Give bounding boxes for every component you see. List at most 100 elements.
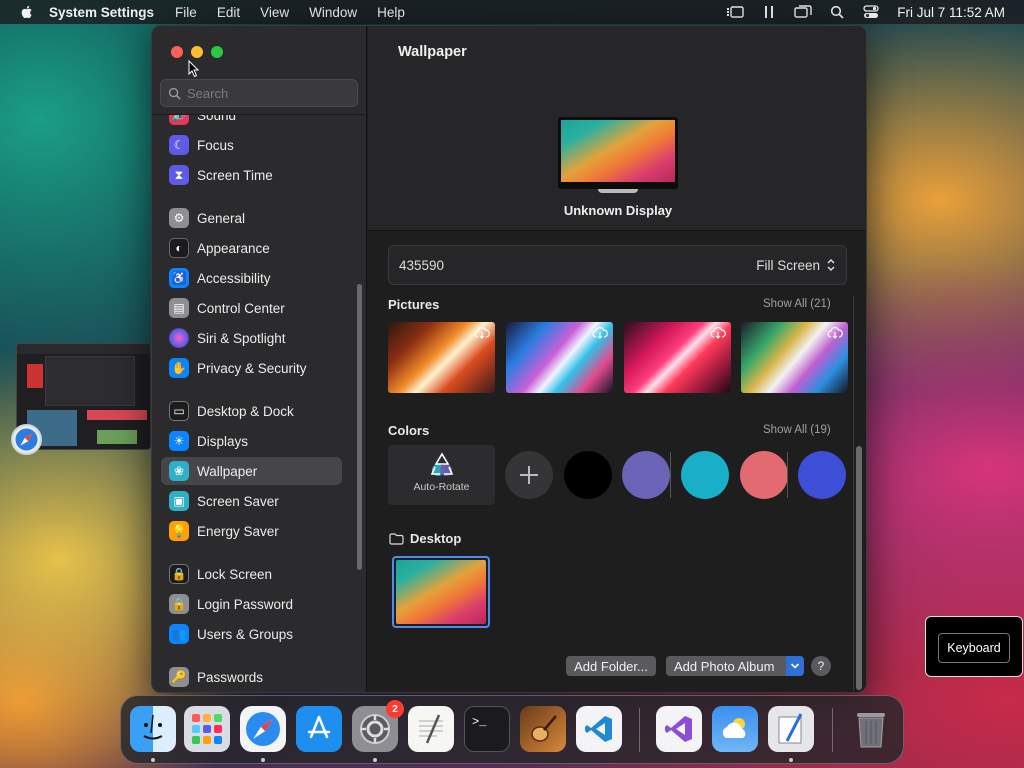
sidebar-item-desktop-dock[interactable]: ▭ Desktop & Dock: [161, 397, 342, 425]
menubar-clock[interactable]: Fri Jul 7 11:52 AM: [897, 5, 1005, 20]
safari-icon[interactable]: [240, 706, 286, 752]
picture-thumbnail[interactable]: [388, 322, 495, 393]
search-icon[interactable]: [827, 4, 847, 20]
sidebar-item-displays[interactable]: ☀ Displays: [161, 427, 342, 455]
script-editor-icon[interactable]: [768, 706, 814, 752]
zoom-button[interactable]: [211, 46, 223, 58]
add-color-button[interactable]: [505, 451, 553, 499]
sidebar-list: 🔊 Sound ☾ Focus ⧗ Screen Time ⚙ General ◐ App…: [152, 114, 367, 692]
add-photo-album-label: Add Photo Album: [674, 658, 775, 674]
picture-thumbnail[interactable]: [624, 322, 731, 393]
sidebar-item-privacy-security[interactable]: ✋ Privacy & Security: [161, 354, 342, 382]
sidebar-item-accessibility[interactable]: ♿ Accessibility: [161, 264, 342, 292]
minimize-button[interactable]: [191, 46, 203, 58]
garageband-icon[interactable]: [520, 706, 566, 752]
add-folder-button[interactable]: Add Folder...: [566, 656, 656, 676]
siri-icon: [169, 328, 189, 348]
menu-window[interactable]: Window: [309, 5, 357, 20]
sidebar-item-label: Screen Time: [197, 167, 273, 183]
stage-manager-icon[interactable]: [725, 4, 745, 20]
plus-icon: [520, 466, 538, 484]
terminal-icon[interactable]: >_: [464, 706, 510, 752]
sidebar-item-label: Wallpaper: [197, 463, 258, 479]
sidebar-item-login-password[interactable]: 🔒 Login Password: [161, 590, 342, 618]
search-field[interactable]: [160, 79, 358, 107]
cloud-download-icon: [592, 327, 608, 339]
sidebar-item-label: Users & Groups: [197, 626, 294, 642]
content-scrollbar[interactable]: [856, 446, 862, 690]
apple-menu-icon[interactable]: [19, 4, 35, 20]
pause-icon[interactable]: [759, 4, 779, 20]
app-store-icon[interactable]: [296, 706, 342, 752]
sidebar-item-focus[interactable]: ☾ Focus: [161, 131, 342, 159]
add-photo-album-button[interactable]: Add Photo Album: [666, 656, 804, 676]
pictures-section-label: Pictures: [388, 297, 440, 312]
folder-icon: [389, 532, 404, 545]
cloud-download-icon: [827, 327, 843, 339]
textedit-icon[interactable]: [408, 706, 454, 752]
sidebar-item-lock-screen[interactable]: 🔒 Lock Screen: [161, 560, 342, 588]
sidebar-item-general[interactable]: ⚙ General: [161, 204, 342, 232]
picture-thumbnail[interactable]: [741, 322, 848, 393]
sidebar-item-sound[interactable]: 🔊 Sound: [161, 115, 342, 129]
help-button[interactable]: ?: [811, 656, 831, 676]
mini-window-content: [45, 356, 135, 406]
app-name-menu[interactable]: System Settings: [49, 5, 154, 20]
sidebar-item-passwords[interactable]: 🔑 Passwords: [161, 663, 342, 691]
sidebar-item-energy-saver[interactable]: 💡 Energy Saver: [161, 517, 342, 545]
screensaver-icon: ▣: [169, 491, 189, 511]
lock-icon: 🔒: [169, 564, 189, 584]
finder-icon[interactable]: [130, 706, 176, 752]
users-icon: 👥: [169, 624, 189, 644]
menu-view[interactable]: View: [260, 5, 289, 20]
sidebar-item-siri-spotlight[interactable]: Siri & Spotlight: [161, 324, 342, 352]
menu-edit[interactable]: Edit: [217, 5, 240, 20]
desktop-section-label: Desktop: [410, 531, 462, 546]
color-swatch-teal[interactable]: [681, 451, 729, 499]
search-input[interactable]: [187, 85, 347, 101]
trash-icon[interactable]: [848, 706, 894, 752]
content-scroll-track: [853, 296, 854, 691]
display-stand: [598, 189, 638, 193]
system-settings-window: 🔊 Sound ☾ Focus ⧗ Screen Time ⚙ General ◐ App…: [151, 25, 867, 693]
dock: 2 >_: [120, 695, 904, 764]
auto-rotate-button[interactable]: Auto-Rotate: [388, 445, 495, 505]
visual-studio-icon[interactable]: [656, 706, 702, 752]
system-settings-icon[interactable]: 2: [352, 700, 404, 752]
colors-show-all[interactable]: Show All (19): [763, 424, 831, 436]
sidebar-item-screen-time[interactable]: ⧗ Screen Time: [161, 161, 342, 189]
sidebar-item-appearance[interactable]: ◐ Appearance: [161, 234, 342, 262]
launchpad-icon[interactable]: [184, 706, 230, 752]
control-center-icon[interactable]: [861, 4, 881, 20]
display-name: Unknown Display: [563, 203, 673, 218]
color-swatch-purple[interactable]: [622, 451, 670, 499]
dock-separator: [832, 708, 833, 752]
color-swatch-blue[interactable]: [798, 451, 846, 499]
dock-separator: [639, 708, 640, 752]
wallpaper-name: 435590: [399, 257, 445, 273]
sidebar-item-users-groups[interactable]: 👥 Users & Groups: [161, 620, 342, 648]
swatch-divider: [787, 452, 788, 498]
color-swatch-coral[interactable]: [740, 451, 788, 499]
menu-file[interactable]: File: [175, 5, 197, 20]
display-preview: [558, 117, 678, 193]
color-swatch-black[interactable]: [564, 451, 612, 499]
safari-icon[interactable]: [11, 424, 42, 455]
desktop-wallpaper-thumbnail[interactable]: [392, 556, 490, 628]
menu-help[interactable]: Help: [377, 5, 405, 20]
appearance-icon: ◐: [169, 238, 189, 258]
pictures-show-all[interactable]: Show All (21): [763, 298, 831, 310]
sidebar-scrollbar[interactable]: [357, 284, 362, 570]
screen-mirroring-icon[interactable]: [793, 4, 813, 20]
sidebar-item-wallpaper[interactable]: ❀ Wallpaper: [161, 457, 342, 485]
weather-icon[interactable]: [712, 706, 758, 752]
vscode-icon[interactable]: [576, 706, 622, 752]
sidebar-item-screen-saver[interactable]: ▣ Screen Saver: [161, 487, 342, 515]
picture-thumbnail[interactable]: [506, 322, 613, 393]
sidebar-item-label: Focus: [197, 137, 234, 153]
fill-mode-popup[interactable]: Fill Screen: [756, 258, 836, 273]
sidebar-item-control-center[interactable]: ▤ Control Center: [161, 294, 342, 322]
close-button[interactable]: [171, 46, 183, 58]
current-wallpaper-row: 435590 Fill Screen: [388, 245, 847, 285]
sidebar-item-label: Control Center: [197, 300, 285, 316]
